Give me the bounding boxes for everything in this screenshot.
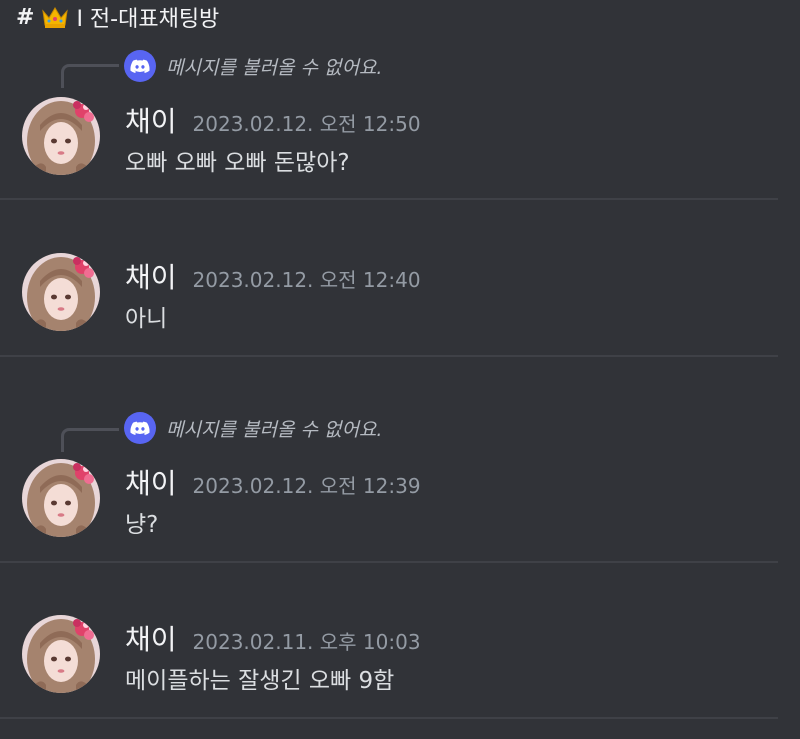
timestamp: 2023.02.12. 오전 12:39 xyxy=(192,474,421,498)
avatar[interactable] xyxy=(22,253,100,331)
channel-hash-icon: # xyxy=(16,4,35,30)
reply-text: 메시지를 불러올 수 없어요. xyxy=(166,418,383,441)
avatar[interactable] xyxy=(22,459,100,537)
username[interactable]: 채이 xyxy=(125,618,177,658)
avatar[interactable] xyxy=(22,615,100,693)
reply-connector xyxy=(61,64,119,88)
timestamp: 2023.02.12. 오전 12:40 xyxy=(192,268,421,292)
channel-header[interactable]: # I 전-대표채팅방 xyxy=(16,2,220,33)
reply-connector xyxy=(61,428,119,452)
message-content: 오빠 오빠 오빠 돈많아? xyxy=(125,150,350,176)
message-header: 채이 2023.02.12. 오전 12:40 xyxy=(125,256,421,296)
message-divider xyxy=(0,355,778,357)
message-divider xyxy=(0,717,778,719)
timestamp: 2023.02.12. 오전 12:50 xyxy=(192,112,421,136)
channel-name: I 전-대표채팅방 xyxy=(76,7,220,32)
message-header: 채이 2023.02.12. 오전 12:39 xyxy=(125,462,421,502)
message-divider xyxy=(0,561,778,563)
chat-page: # I 전-대표채팅방 메시지를 불러올 수 없어요. 채이 2023.02.1… xyxy=(0,0,800,739)
reply-preview[interactable]: 메시지를 불러올 수 없어요. xyxy=(124,50,382,82)
reply-preview[interactable]: 메시지를 불러올 수 없어요. xyxy=(124,412,382,444)
discord-logo-icon xyxy=(124,412,156,444)
username[interactable]: 채이 xyxy=(125,462,177,502)
message-header: 채이 2023.02.11. 오후 10:03 xyxy=(125,618,421,658)
message-content: 냥? xyxy=(125,512,159,538)
username[interactable]: 채이 xyxy=(125,100,177,140)
message-content: 아니 xyxy=(125,306,168,332)
crown-icon xyxy=(40,5,70,29)
reply-text: 메시지를 불러올 수 없어요. xyxy=(166,56,383,79)
timestamp: 2023.02.11. 오후 10:03 xyxy=(192,630,421,654)
username[interactable]: 채이 xyxy=(125,256,177,296)
discord-logo-icon xyxy=(124,50,156,82)
message-divider xyxy=(0,198,778,200)
message-content: 메이플하는 잘생긴 오빠 9함 xyxy=(125,668,395,694)
message-header: 채이 2023.02.12. 오전 12:50 xyxy=(125,100,421,140)
avatar[interactable] xyxy=(22,97,100,175)
